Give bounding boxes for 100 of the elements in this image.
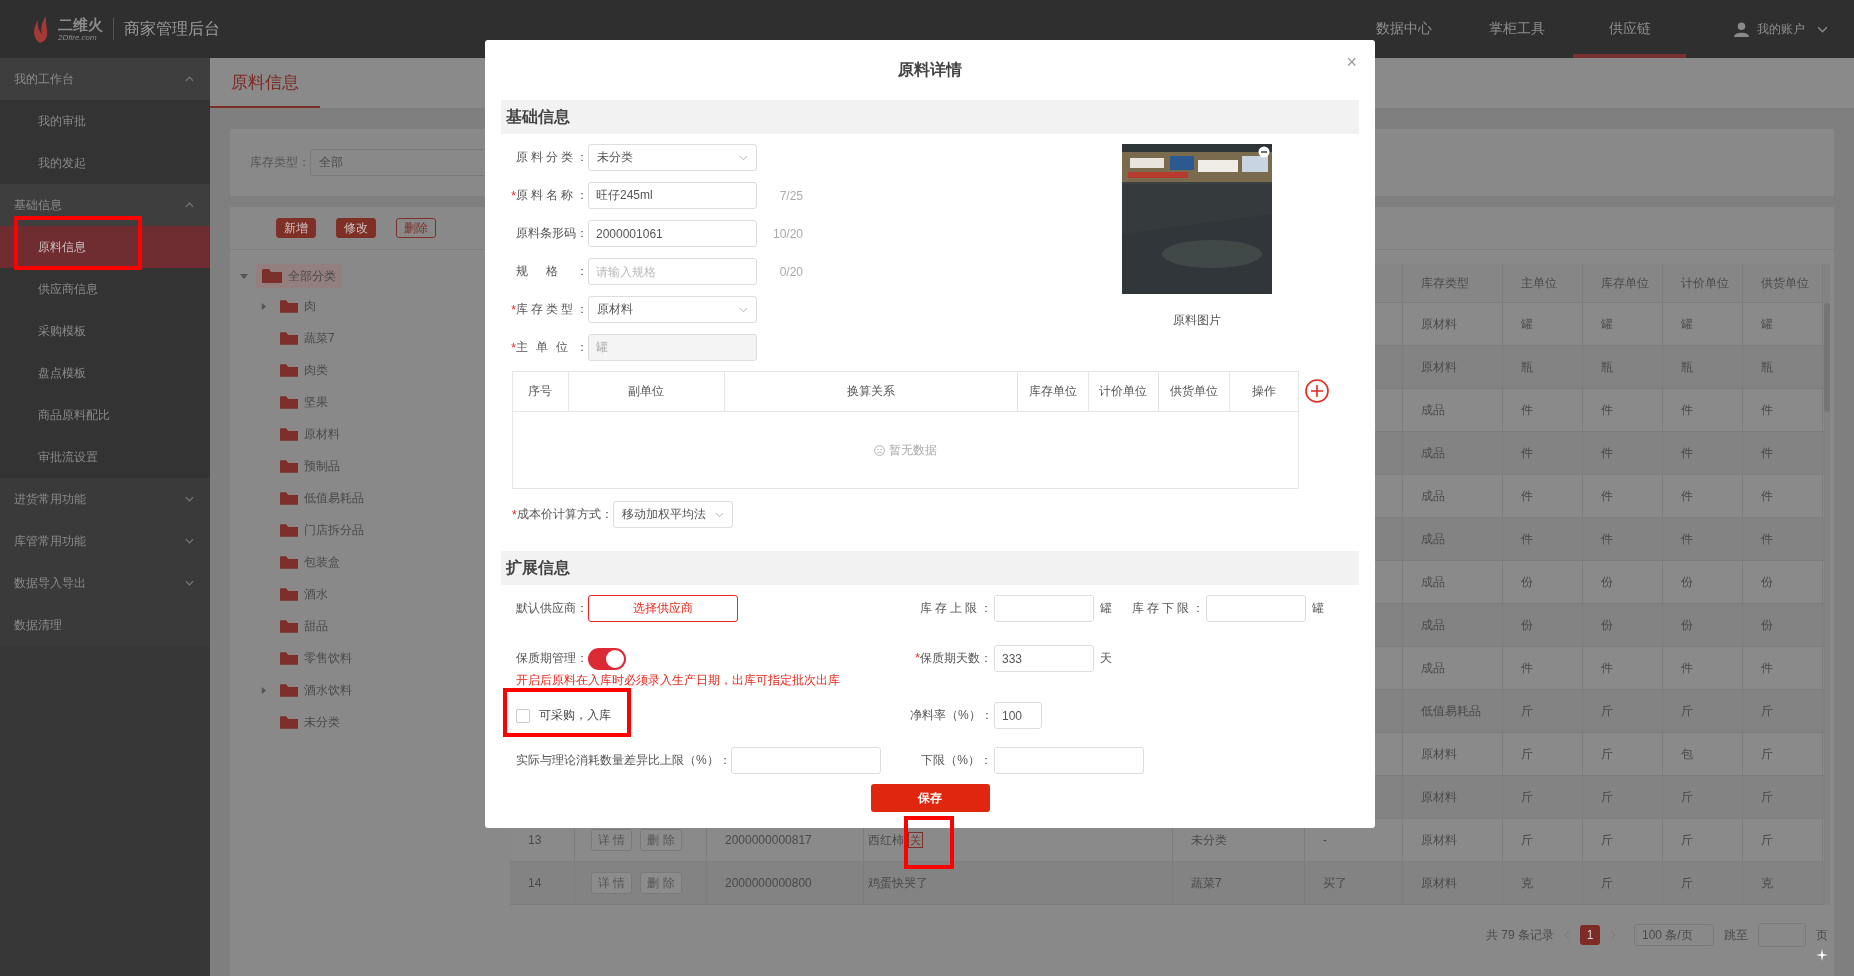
sidebar-item[interactable]: 商品原料配比 <box>0 394 210 436</box>
account-menu[interactable]: 我的账户 <box>1757 20 1805 38</box>
folder-icon <box>280 650 298 666</box>
table-cell: 斤 <box>1583 862 1663 904</box>
tree-node[interactable]: 原材料 <box>280 422 346 446</box>
sidebar-item[interactable]: 原料信息 <box>0 226 210 268</box>
field-label: 净料率（%）： <box>910 707 992 724</box>
table-cell: 斤 <box>1583 733 1663 775</box>
char-counter: 10/20 <box>771 226 803 241</box>
tree-node[interactable]: 肉类 <box>280 358 334 382</box>
tree-node[interactable]: 门店拆分品 <box>280 518 370 542</box>
unit-label: 罐 <box>1312 600 1325 617</box>
field-label: 成本价计算方式： <box>516 506 613 523</box>
nav-tab[interactable]: 掌柜工具 <box>1460 0 1573 58</box>
caret-down-icon[interactable] <box>240 272 248 280</box>
image-caption: 原料图片 <box>1173 312 1221 329</box>
tree-node[interactable]: 零售饮料 <box>280 646 358 670</box>
tree-node[interactable]: 全部分类 <box>256 264 342 288</box>
table-cell: 斤 <box>1743 819 1823 861</box>
dropdown[interactable]: 未分类 <box>588 144 757 171</box>
input-field[interactable]: 2000001061 <box>588 220 757 247</box>
sidebar-item[interactable]: 我的审批 <box>0 100 210 142</box>
sidebar-item[interactable]: 采购模板 <box>0 310 210 352</box>
required-mark: * <box>511 188 516 203</box>
page-suffix: 页 <box>1816 926 1828 944</box>
tree-node[interactable]: 甜品 <box>280 614 334 638</box>
user-icon[interactable] <box>1734 21 1749 37</box>
table-cell: 未分类 <box>1191 831 1227 849</box>
tree-node[interactable]: 低值易耗品 <box>280 486 370 510</box>
table-cell: 成品 <box>1403 389 1503 431</box>
sidebar-section[interactable]: 基础信息 <box>0 184 210 226</box>
sidebar-item[interactable]: 盘点模板 <box>0 352 210 394</box>
sidebar-section[interactable]: 我的工作台 <box>0 58 210 100</box>
folder-icon <box>280 298 298 314</box>
toolbar-button[interactable]: 新增 <box>276 218 316 238</box>
chevron-down-icon <box>739 154 748 161</box>
sparkle-icon <box>1816 949 1828 961</box>
remove-icon[interactable] <box>1258 146 1270 158</box>
input-field[interactable] <box>730 747 881 774</box>
tree-node[interactable]: 酒水饮料 <box>280 678 358 702</box>
tree-node[interactable]: 未分类 <box>280 710 346 734</box>
chevron-down-icon <box>739 306 748 313</box>
table-cell: 件 <box>1663 475 1743 517</box>
checkbox-label[interactable]: 可采购，入库 <box>539 707 611 724</box>
table-cell: 份 <box>1663 561 1743 603</box>
page-button[interactable]: 1 <box>1580 925 1600 945</box>
caret-right-icon[interactable] <box>260 302 267 310</box>
table-cell: 罐 <box>1503 303 1583 345</box>
char-counter: 7/25 <box>778 188 803 203</box>
table-cell: 件 <box>1583 647 1663 689</box>
input-field[interactable]: 333 <box>994 645 1094 672</box>
folder-icon <box>280 458 298 474</box>
folder-icon <box>280 586 298 602</box>
input-field[interactable] <box>994 747 1144 774</box>
toggle-switch[interactable] <box>588 647 626 670</box>
required-mark: * <box>915 651 920 665</box>
folder-icon <box>280 682 298 698</box>
table-cell: 原材料 <box>1403 303 1503 345</box>
table-cell: 斤 <box>1583 776 1663 818</box>
input-field[interactable]: 100 <box>994 702 1042 729</box>
input-field[interactable]: 旺仔245ml <box>588 182 757 209</box>
field-label: 库存上限： <box>920 600 992 617</box>
input-field[interactable]: 请输入规格 <box>588 258 757 285</box>
add-icon[interactable] <box>1305 379 1329 403</box>
column-header: 供货单位 <box>1159 372 1230 411</box>
sidebar-item[interactable]: 供应商信息 <box>0 268 210 310</box>
table-cell: 斤 <box>1583 819 1663 861</box>
folder-icon <box>280 394 298 410</box>
input-field[interactable] <box>1206 595 1306 622</box>
table-cell: - <box>1323 833 1327 847</box>
folder-icon <box>280 426 298 442</box>
table-cell: 13 <box>528 833 542 847</box>
field-label: 实际与理论消耗数量差异比上限（%）： <box>516 752 731 769</box>
folder-icon <box>262 268 282 284</box>
save-button[interactable]: 保存 <box>870 784 990 812</box>
table-cell: 原材料 <box>1403 819 1503 861</box>
tree-node[interactable]: 蔬菜7 <box>280 326 341 350</box>
toolbar-button[interactable]: 删除 <box>396 218 436 238</box>
sidebar-item[interactable]: 审批流设置 <box>0 436 210 478</box>
caret-right-icon[interactable] <box>260 686 267 694</box>
dropdown[interactable]: 原材料 <box>588 296 757 323</box>
field-label: 原料名称： <box>516 187 588 204</box>
checkbox[interactable] <box>516 708 530 723</box>
tree-node[interactable]: 酒水 <box>280 582 334 606</box>
empty-message: 暂无数据 <box>889 441 937 459</box>
tree-node[interactable]: 预制品 <box>280 454 346 478</box>
tree-node[interactable]: 包装盒 <box>280 550 346 574</box>
page-size-dropdown[interactable]: 100 条/页 <box>1634 924 1714 946</box>
required-mark: * <box>512 507 517 522</box>
sidebar-item[interactable]: 我的发起 <box>0 142 210 184</box>
tree-node[interactable]: 坚果 <box>280 390 334 414</box>
chevron-down-icon[interactable] <box>1817 25 1828 33</box>
choose-supplier-button[interactable]: 选择供应商 <box>588 595 738 622</box>
dropdown[interactable]: 移动加权平均法 <box>612 501 733 528</box>
column-header: 操作 <box>1250 383 1277 400</box>
tree-node[interactable]: 肉 <box>280 294 322 318</box>
page-tab[interactable]: 原料信息 <box>210 58 320 108</box>
input-field[interactable] <box>994 595 1094 622</box>
toolbar-button[interactable]: 修改 <box>336 218 376 238</box>
field-label: 规格： <box>516 263 588 280</box>
